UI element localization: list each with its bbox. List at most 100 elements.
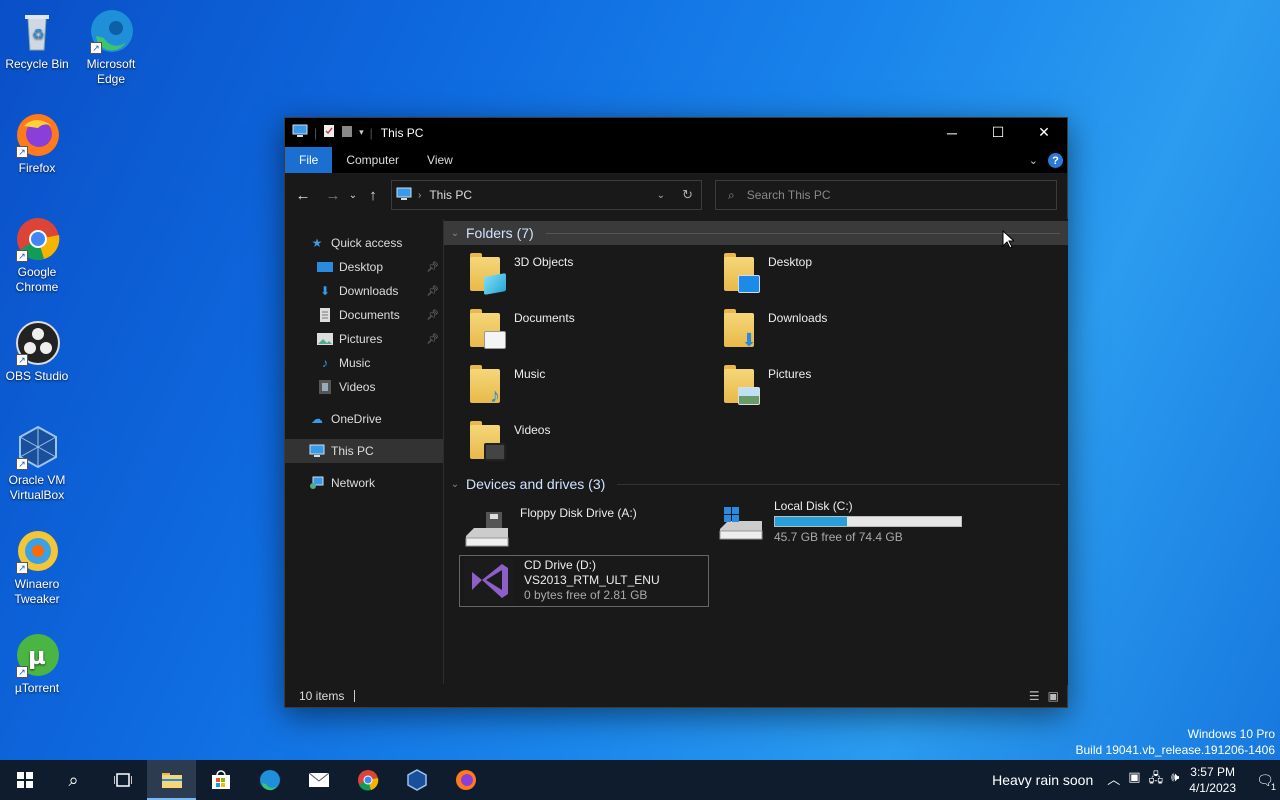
folders-group-header[interactable]: ⌄ Folders (7): [444, 221, 1068, 245]
search-button[interactable]: ⌕: [49, 760, 98, 800]
taskbar-chrome[interactable]: [343, 760, 392, 800]
nav-label: Pictures: [339, 332, 383, 346]
mouse-cursor-icon: [1002, 230, 1014, 249]
desktop-icon-winaero[interactable]: ↗ Winaero Tweaker: [0, 528, 74, 607]
nav-desktop[interactable]: Desktop 📌︎: [285, 255, 443, 279]
back-button[interactable]: ←: [291, 187, 315, 204]
clock[interactable]: 3:57 PM 4/1/2023: [1189, 764, 1236, 796]
customize-quick-access-icon[interactable]: ▾: [359, 127, 364, 138]
pin-icon[interactable]: 📌︎: [426, 286, 439, 297]
folder-videos[interactable]: Videos: [468, 419, 708, 469]
virtualbox-icon: ↗: [14, 424, 60, 470]
nav-label: Network: [331, 476, 376, 490]
drive-local-disk-c[interactable]: Local Disk (C:) 45.7 GB free of 74.4 GB: [718, 499, 962, 545]
item-count: 10 items: [299, 688, 345, 703]
nav-documents[interactable]: Documents 📌︎: [285, 303, 443, 327]
breadcrumb[interactable]: This PC: [429, 188, 472, 202]
recent-locations-button[interactable]: ⌄: [345, 190, 361, 201]
nav-onedrive[interactable]: ☁ OneDrive: [285, 407, 443, 431]
nav-downloads[interactable]: ⬇ Downloads 📌︎: [285, 279, 443, 303]
taskbar-edge[interactable]: [245, 760, 294, 800]
expand-ribbon-icon[interactable]: ⌄: [1029, 154, 1038, 167]
search-box[interactable]: ⌕ Search This PC: [715, 180, 1057, 210]
taskbar: ⌕ Heavy rain soon ︿ ▣ 🖧︎ 🕪︎ 3:57 PM 4/1/…: [0, 760, 1280, 800]
desktop-icon-utorrent[interactable]: µ ↗ µTorrent: [0, 632, 74, 696]
nav-music[interactable]: ♪ Music: [285, 351, 443, 375]
folder-3d-objects[interactable]: 3D Objects: [468, 251, 708, 301]
up-button[interactable]: ↑: [361, 187, 385, 204]
action-center-button[interactable]: 🗨︎ 1: [1250, 760, 1280, 800]
nav-this-pc[interactable]: This PC: [285, 439, 443, 463]
volume-icon[interactable]: 🕪︎: [1171, 769, 1179, 791]
drive-cd-d[interactable]: CD Drive (D:) VS2013_RTM_ULT_ENU 0 bytes…: [459, 555, 709, 607]
close-button[interactable]: ✕: [1021, 118, 1067, 147]
taskbar-virtualbox[interactable]: [392, 760, 441, 800]
file-explorer-icon: [161, 773, 182, 788]
details-view-icon[interactable]: ☰: [1029, 689, 1040, 703]
taskbar-firefox[interactable]: [441, 760, 490, 800]
group-divider: [617, 483, 1060, 485]
this-pc-icon: [292, 124, 308, 141]
folder-music[interactable]: ♪ Music: [468, 363, 708, 413]
weather-widget[interactable]: Heavy rain soon: [992, 772, 1093, 788]
new-folder-quick-icon[interactable]: [341, 124, 353, 141]
cloud-icon: ☁: [311, 412, 323, 426]
pin-icon[interactable]: 📌︎: [426, 334, 439, 345]
maximize-button[interactable]: ☐: [975, 118, 1021, 147]
task-view-button[interactable]: [98, 760, 147, 800]
downloads-icon: ⬇: [319, 284, 331, 298]
desktop-icon-chrome[interactable]: ↗ Google Chrome: [0, 216, 74, 295]
folder-name: Desktop: [768, 255, 813, 269]
folder-name: Documents: [514, 311, 575, 325]
large-icons-view-icon[interactable]: ▣: [1048, 689, 1059, 703]
pin-icon[interactable]: 📌︎: [426, 310, 439, 321]
drive-volume-label: VS2013_RTM_ULT_ENU: [524, 573, 660, 587]
nav-label: Downloads: [339, 284, 399, 298]
desktop-icon-obs[interactable]: ↗ OBS Studio: [0, 320, 74, 384]
refresh-icon[interactable]: ↻: [682, 187, 693, 203]
desktop-icon-firefox[interactable]: ↗ Firefox: [0, 112, 74, 176]
folder-downloads[interactable]: ⬇ Downloads: [722, 307, 962, 357]
desktop-icon-recycle-bin[interactable]: ♻ Recycle Bin: [0, 8, 74, 72]
folder-documents[interactable]: Documents: [468, 307, 708, 357]
address-bar[interactable]: › This PC ⌄ ↻: [391, 180, 702, 210]
folder-desktop[interactable]: Desktop: [722, 251, 962, 301]
explorer-window: | ▾ | This PC ─ ☐ ✕ File Computer View ⌄…: [284, 117, 1068, 708]
folder-pictures[interactable]: Pictures: [722, 363, 962, 413]
address-dropdown-icon[interactable]: ⌄: [657, 190, 665, 201]
desktop-icon-virtualbox[interactable]: ↗ Oracle VM VirtualBox: [0, 424, 74, 503]
window-title: This PC: [380, 125, 424, 140]
folder-name: Music: [514, 367, 546, 381]
clock-date: 4/1/2023: [1189, 781, 1236, 795]
pin-icon[interactable]: 📌︎: [426, 262, 439, 273]
title-bar[interactable]: | ▾ | This PC ─ ☐ ✕: [285, 118, 1067, 147]
taskbar-mail[interactable]: [294, 760, 343, 800]
folder-videos-icon: [468, 419, 506, 461]
drive-floppy[interactable]: Floppy Disk Drive (A:): [464, 506, 637, 550]
nav-pictures[interactable]: Pictures 📌︎: [285, 327, 443, 351]
group-title: Devices and drives (3): [466, 476, 606, 492]
nav-videos[interactable]: Videos: [285, 375, 443, 399]
network-icon[interactable]: 🖧︎: [1149, 769, 1164, 791]
devices-group-header[interactable]: ⌄ Devices and drives (3): [444, 472, 1068, 496]
nav-network[interactable]: Network: [285, 471, 443, 495]
desktop-icon-label: OBS Studio: [5, 369, 69, 383]
minimize-button[interactable]: ─: [929, 118, 975, 147]
nav-quick-access[interactable]: ★ Quick access: [285, 231, 443, 255]
forward-button[interactable]: →: [321, 187, 345, 204]
tab-file[interactable]: File: [285, 147, 333, 173]
desktop-icon-edge[interactable]: ↗ Microsoft Edge: [74, 8, 148, 87]
taskbar-file-explorer[interactable]: [147, 760, 196, 800]
taskbar-store[interactable]: [196, 760, 245, 800]
status-bar: 10 items ☰ ▣: [285, 684, 1067, 707]
help-icon[interactable]: ?: [1048, 153, 1063, 168]
show-hidden-icons-chevron-icon[interactable]: ︿: [1107, 769, 1120, 791]
search-input[interactable]: Search This PC: [747, 188, 831, 202]
meet-now-icon[interactable]: ▣: [1128, 769, 1140, 791]
tab-view[interactable]: View: [413, 147, 467, 173]
search-icon: ⌕: [68, 769, 79, 790]
tab-computer[interactable]: Computer: [332, 147, 413, 173]
properties-quick-icon[interactable]: [323, 124, 335, 141]
start-button[interactable]: [0, 760, 49, 800]
firefox-icon: ↗: [14, 112, 60, 158]
